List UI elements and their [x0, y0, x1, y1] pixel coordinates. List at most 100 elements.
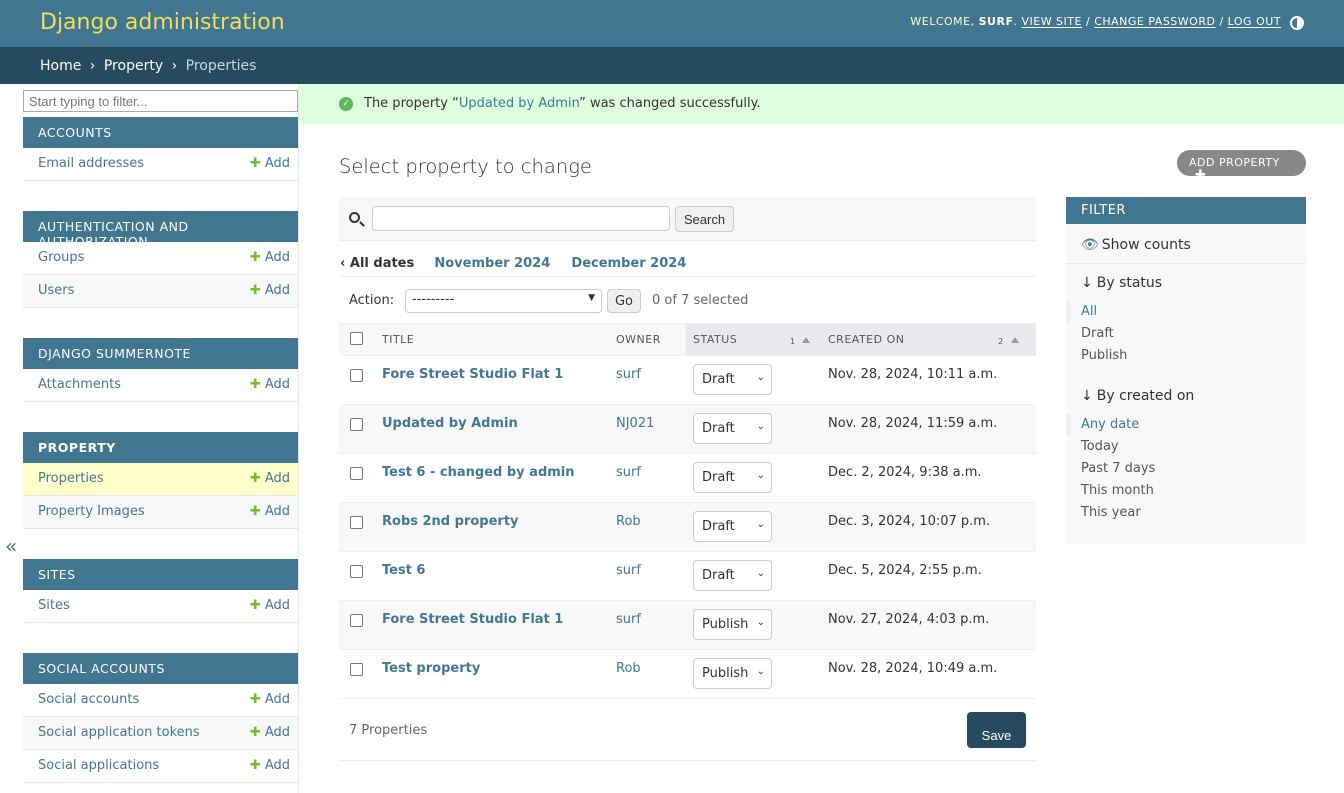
model-link[interactable]: Properties [38, 471, 104, 486]
model-link[interactable]: Groups [38, 250, 84, 265]
app-caption[interactable]: Accounts [23, 117, 298, 148]
app-caption[interactable]: Property [23, 432, 298, 463]
status-select[interactable]: Publish ⌄ [693, 657, 772, 689]
filter-option[interactable]: Any date [1066, 414, 1306, 436]
filter-option[interactable]: This year [1066, 502, 1306, 524]
status-select[interactable]: Draft ⌄ [693, 461, 772, 493]
model-link[interactable]: Social application tokens [38, 725, 200, 740]
plus-icon: ✚ [249, 692, 261, 707]
add-link[interactable]: ✚ Add [250, 725, 290, 740]
model-link[interactable]: Attachments [38, 377, 121, 392]
show-counts-link[interactable]: 👁 Show counts [1081, 237, 1191, 253]
row-title-link[interactable]: Fore Street Studio Flat 1 [382, 367, 563, 382]
model-link[interactable]: Email addresses [38, 156, 144, 171]
model-link[interactable]: Social applications [38, 758, 159, 773]
row-title-link[interactable]: Test 6 - changed by admin [382, 465, 575, 480]
app-caption[interactable]: Social Accounts [23, 653, 298, 684]
app-caption[interactable]: Sites [23, 559, 298, 590]
status-select[interactable]: Draft ⌄ [693, 559, 772, 591]
model-row-sites: Sites ✚ Add [23, 590, 298, 623]
filter-option[interactable]: Today [1066, 436, 1306, 458]
column-owner[interactable]: Owner [608, 324, 685, 356]
row-owner-link[interactable]: surf [616, 612, 641, 627]
model-link[interactable]: Social accounts [38, 692, 139, 707]
go-button[interactable]: Go [607, 289, 641, 313]
table-row: Test 6 - changed by admin surf Draft ⌄ De… [339, 453, 1036, 503]
sort-ascending-icon[interactable] [802, 337, 810, 343]
row-owner-link[interactable]: Rob [616, 514, 641, 529]
select-all-checkbox[interactable] [350, 332, 363, 346]
chevron-down-icon: ▼ [588, 293, 595, 303]
theme-toggle-icon[interactable] [1290, 16, 1304, 30]
row-owner-link[interactable]: Rob [616, 661, 641, 676]
row-checkbox[interactable] [350, 368, 363, 382]
column-title[interactable]: Title [374, 324, 608, 356]
search-toolbar: Search [339, 197, 1036, 241]
action-select[interactable]: --------- ▼ [405, 289, 602, 313]
model-link[interactable]: Property Images [38, 504, 145, 519]
view-site-link[interactable]: View site [1021, 15, 1082, 28]
nav-filter-input[interactable] [23, 90, 298, 112]
row-title-link[interactable]: Robs 2nd property [382, 514, 519, 529]
model-link[interactable]: Sites [38, 598, 70, 613]
row-title-link[interactable]: Test property [382, 661, 480, 676]
status-select[interactable]: Draft ⌄ [693, 412, 772, 444]
add-link[interactable]: ✚ Add [250, 250, 290, 265]
status-select[interactable]: Publish ⌄ [693, 608, 772, 640]
column-created-on[interactable]: Created on 2 [820, 324, 1036, 356]
all-dates-link[interactable]: ‹ All dates [340, 256, 414, 271]
row-checkbox[interactable] [350, 466, 363, 480]
filter-option[interactable]: Past 7 days [1066, 458, 1306, 480]
add-link[interactable]: ✚ Add [250, 598, 290, 613]
filter-option[interactable]: Draft [1066, 323, 1306, 345]
date-link-december[interactable]: December 2024 [571, 256, 686, 271]
app-caption[interactable]: Django Summernote [23, 338, 298, 369]
log-out-link[interactable]: Log out [1228, 15, 1281, 28]
status-select[interactable]: Draft ⌄ [693, 510, 772, 542]
save-button[interactable]: Save [967, 712, 1026, 748]
add-link[interactable]: ✚ Add [250, 471, 290, 486]
check-icon: ✓ [339, 97, 353, 111]
row-title-link[interactable]: Fore Street Studio Flat 1 [382, 612, 563, 627]
add-link[interactable]: ✚ Add [250, 758, 290, 773]
row-title-link[interactable]: Test 6 [382, 563, 425, 578]
model-link[interactable]: Users [38, 283, 74, 298]
row-title-link[interactable]: Updated by Admin [382, 416, 518, 431]
row-owner-link[interactable]: NJ021 [616, 416, 654, 431]
row-checkbox[interactable] [350, 564, 363, 578]
date-link-november[interactable]: November 2024 [434, 256, 550, 271]
breadcrumb-app[interactable]: Property [104, 58, 163, 74]
sort-ascending-icon[interactable] [1011, 337, 1019, 343]
add-link[interactable]: ✚ Add [250, 504, 290, 519]
row-owner-link[interactable]: surf [616, 465, 641, 480]
toggle-sidebar-button[interactable]: « [5, 534, 17, 558]
breadcrumb-home[interactable]: Home [40, 58, 81, 74]
add-link[interactable]: ✚ Add [250, 377, 290, 392]
change-password-link[interactable]: Change password [1094, 15, 1215, 28]
row-checkbox[interactable] [350, 613, 363, 627]
filter-option[interactable]: This month [1066, 480, 1306, 502]
status-select[interactable]: Draft ⌄ [693, 363, 772, 395]
site-name[interactable]: Django administration [40, 10, 285, 35]
filter-list-created-on: Any date Today Past 7 days This month Th… [1066, 414, 1306, 524]
search-input[interactable] [372, 206, 670, 231]
message-link[interactable]: Updated by Admin [459, 96, 579, 111]
row-checkbox[interactable] [350, 662, 363, 676]
add-property-button[interactable]: Add property✚ [1177, 150, 1306, 182]
app-caption[interactable]: Authentication and Authorization [23, 211, 298, 249]
add-link[interactable]: ✚ Add [250, 692, 290, 707]
row-created-on: Dec. 2, 2024, 9:38 a.m. [820, 453, 1036, 503]
filter-option[interactable]: All [1066, 301, 1306, 323]
add-link[interactable]: ✚ Add [250, 283, 290, 298]
chevron-down-icon: ⌄ [756, 518, 765, 530]
message-prefix: The property “ [364, 96, 459, 111]
search-button[interactable]: Search [675, 206, 734, 232]
row-owner-link[interactable]: surf [616, 367, 641, 382]
selected-count: 0 of 7 selected [652, 293, 749, 308]
add-link[interactable]: ✚ Add [250, 156, 290, 171]
column-status[interactable]: Status 1 [685, 324, 820, 356]
row-checkbox[interactable] [350, 417, 363, 431]
row-owner-link[interactable]: surf [616, 563, 641, 578]
filter-option[interactable]: Publish [1066, 345, 1306, 367]
row-checkbox[interactable] [350, 515, 363, 529]
